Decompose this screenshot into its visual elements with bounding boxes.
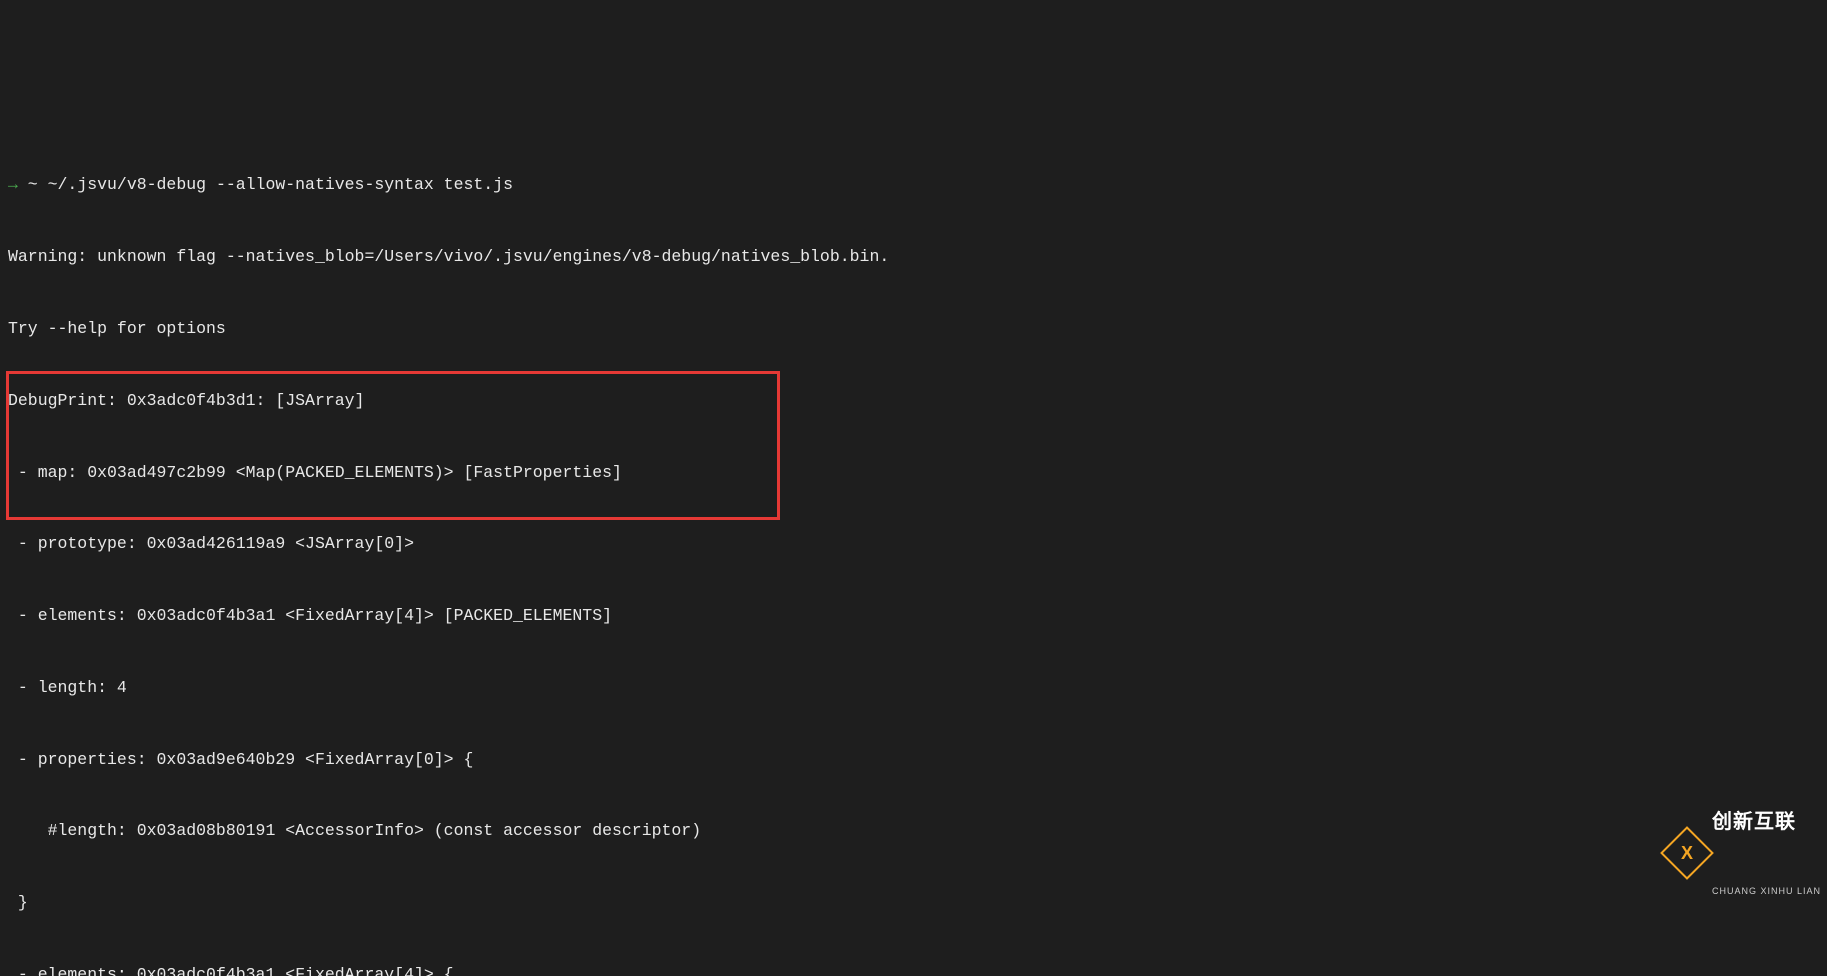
output-line: - prototype: 0x03ad426119a9 <JSArray[0]> [8, 532, 1819, 556]
output-line: Try --help for options [8, 317, 1819, 341]
terminal[interactable]: → ~ ~/.jsvu/v8-debug --allow-natives-syn… [0, 120, 1827, 976]
logo-text-en: CHUANG XINHU LIAN [1712, 885, 1821, 898]
output-line: - map: 0x03ad497c2b99 <Map(PACKED_ELEMEN… [8, 461, 1819, 485]
logo-text-cn: 创新互联 [1712, 808, 1821, 837]
output-line: - elements: 0x03adc0f4b3a1 <FixedArray[4… [8, 604, 1819, 628]
output-line: - properties: 0x03ad9e640b29 <FixedArray… [8, 748, 1819, 772]
output-line: #length: 0x03ad08b80191 <AccessorInfo> (… [8, 819, 1819, 843]
output-line: DebugPrint: 0x3adc0f4b3d1: [JSArray] [8, 389, 1819, 413]
output-line: Warning: unknown flag --natives_blob=/Us… [8, 245, 1819, 269]
prompt-arrow-icon: → [8, 175, 18, 194]
prompt-line: → ~ ~/.jsvu/v8-debug --allow-natives-syn… [8, 173, 1819, 197]
output-line: - length: 4 [8, 676, 1819, 700]
watermark-logo: X 创新互联 CHUANG XINHU LIAN [1668, 760, 1821, 946]
logo-mark-icon: X [1660, 826, 1714, 880]
output-line: - elements: 0x03adc0f4b3a1 <FixedArray[4… [8, 963, 1819, 976]
prompt-command: ~ ~/.jsvu/v8-debug --allow-natives-synta… [18, 175, 513, 194]
output-line: } [8, 891, 1819, 915]
